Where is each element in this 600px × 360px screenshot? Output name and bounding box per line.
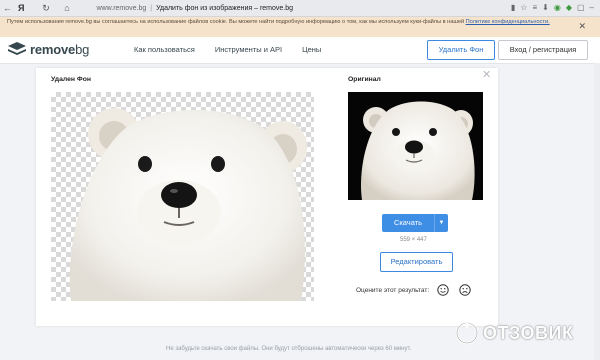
remove-background-button[interactable]: Удалить Фон (427, 40, 495, 60)
rate-label: Оцените этот результат: (356, 287, 430, 294)
sad-face-icon[interactable] (459, 284, 471, 296)
logo-text: removebg (30, 42, 90, 57)
removed-bg-label: Удален Фон (51, 76, 91, 83)
otzovik-watermark: ОТЗОВИК (455, 321, 573, 345)
close-icon[interactable]: ✕ (578, 21, 586, 32)
browser-extensions: ▮ ☆ ≡ ⬇ ◉ ◆ ▢ – (511, 3, 594, 13)
logo-icon (8, 42, 26, 55)
polar-bear-cutout (69, 108, 307, 301)
chevron-down-icon[interactable]: ▼ (434, 214, 448, 232)
logo[interactable]: removebg (8, 42, 89, 57)
cookie-text: Путем использования remove.bg вы соглаша… (7, 19, 550, 25)
window-icon[interactable]: ▢ (577, 3, 585, 13)
cookie-banner: Путем использования remove.bg вы соглаша… (0, 17, 600, 37)
polar-bear-original (361, 101, 475, 200)
happy-face-icon[interactable] (437, 284, 449, 296)
yandex-logo[interactable]: Я (18, 3, 24, 13)
back-icon[interactable]: ← (2, 1, 13, 15)
url-separator: | (150, 4, 153, 12)
page-scrollbar[interactable] (594, 63, 600, 360)
result-image (51, 92, 314, 301)
card-close-icon[interactable]: ✕ (482, 68, 491, 81)
minimize-icon[interactable]: – (590, 3, 594, 13)
browser-toolbar: ← Я ↻ ⌂ www.remove.bg | Удалить фон из и… (0, 0, 600, 17)
reload-icon[interactable]: ↻ (40, 1, 51, 15)
bookmark-icon[interactable]: ▮ (511, 3, 515, 13)
nav-how-to[interactable]: Как пользоваться (134, 45, 195, 54)
login-button[interactable]: Вход / регистрация (498, 40, 588, 60)
nav-pricing[interactable]: Цены (302, 45, 321, 54)
edit-button[interactable]: Редактировать (380, 252, 453, 272)
main-nav: Как пользоваться Инструменты и API Цены (134, 45, 321, 54)
download-label: Скачать (393, 218, 423, 227)
download-button[interactable]: Скачать ▼ (382, 214, 448, 232)
retention-note: Не забудьте скачать свои файлы. Они буду… (166, 346, 412, 352)
image-dimensions: 559 × 447 (400, 237, 427, 243)
original-image (348, 92, 483, 200)
page-title-text: Удалить фон из изображения – remove.bg (156, 4, 294, 12)
watermark-text: ОТЗОВИК (483, 322, 574, 343)
extension-icon[interactable]: ◉ (554, 3, 561, 13)
download-icon[interactable]: ⬇ (542, 3, 549, 13)
privacy-link[interactable]: Политике конфиденциальности. (466, 19, 550, 25)
shield-icon[interactable]: ◆ (566, 3, 572, 13)
otzovik-logo-icon (455, 321, 479, 345)
star-icon[interactable]: ☆ (520, 3, 527, 13)
menu-icon[interactable]: ≡ (532, 3, 537, 13)
original-label: Оригинал (348, 76, 381, 83)
site-header: removebg Как пользоваться Инструменты и … (0, 37, 600, 64)
address-bar[interactable]: www.remove.bg | Удалить фон из изображен… (96, 2, 293, 14)
url-text: www.remove.bg (96, 4, 147, 12)
nav-tools-api[interactable]: Инструменты и API (215, 45, 282, 54)
home-icon[interactable]: ⌂ (61, 1, 72, 15)
